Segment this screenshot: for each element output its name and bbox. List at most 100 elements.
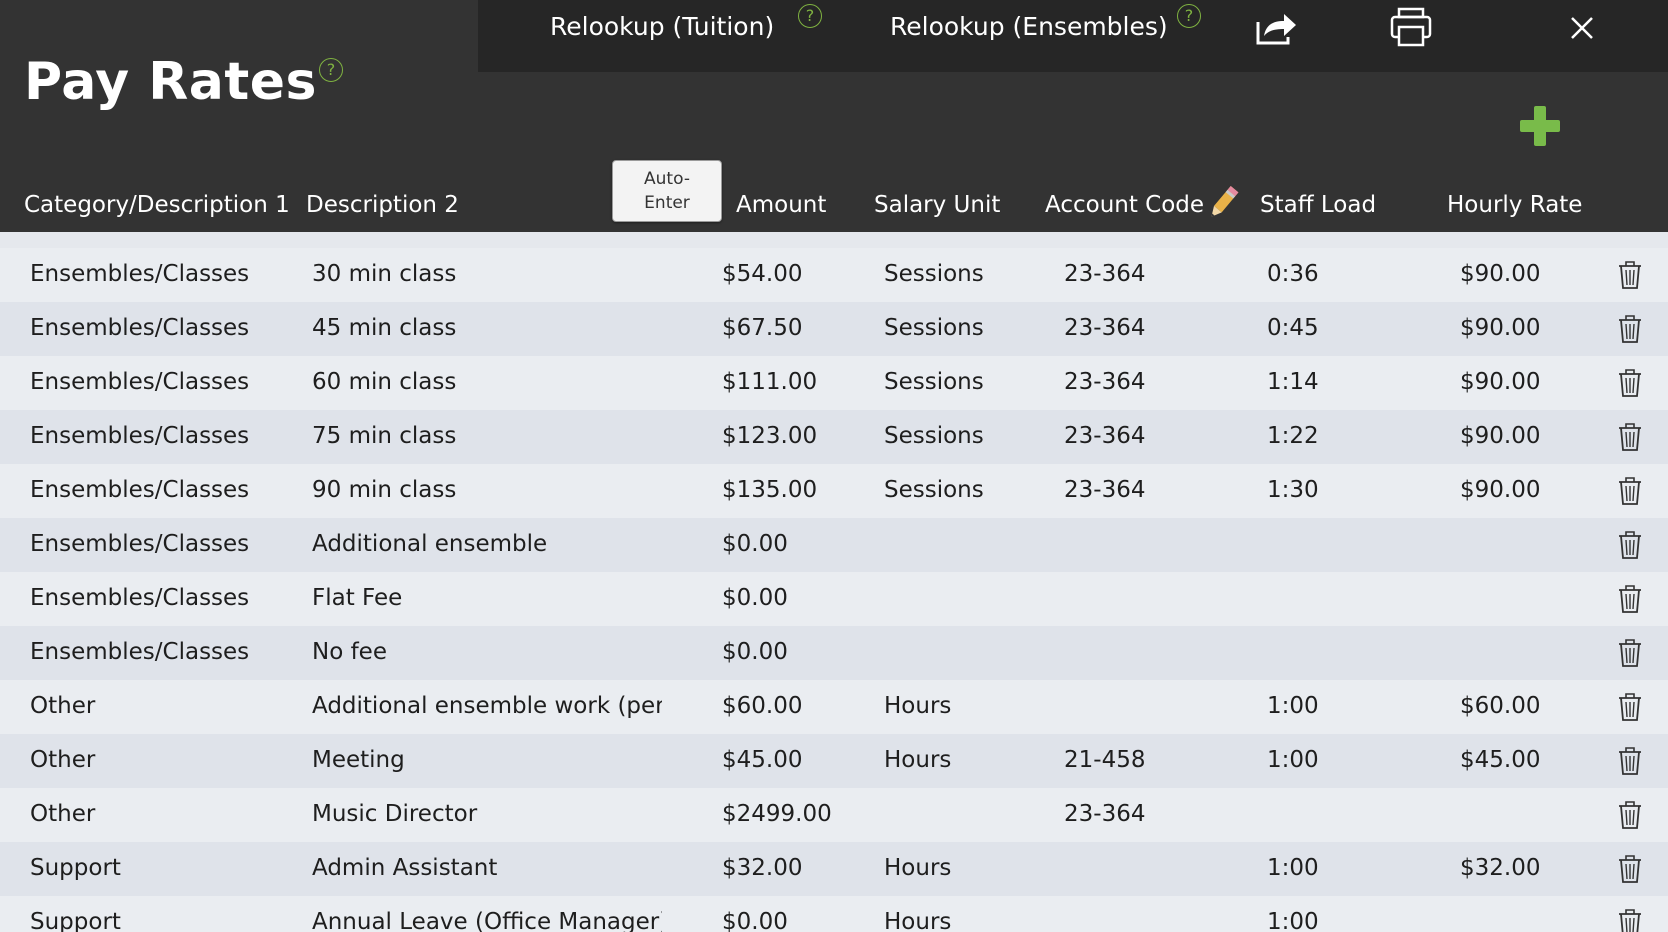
row-salary-unit[interactable]: Sessions	[884, 315, 1034, 341]
row-amount[interactable]: $123.00	[722, 423, 852, 449]
trash-icon[interactable]	[1618, 530, 1642, 560]
help-icon[interactable]: ?	[319, 58, 343, 82]
table-row[interactable]: Other Additional ensemble work (per $60.00…	[0, 680, 1668, 734]
row-salary-unit[interactable]: Sessions	[884, 261, 1034, 287]
trash-icon[interactable]	[1618, 260, 1642, 290]
row-salary-unit[interactable]: Hours	[884, 855, 1034, 881]
row-category[interactable]: Ensembles/Classes	[30, 639, 300, 665]
close-icon[interactable]	[1570, 16, 1594, 40]
row-salary-unit[interactable]: Sessions	[884, 477, 1034, 503]
column-header-staff-load[interactable]: Staff Load	[1260, 192, 1376, 218]
row-salary-unit[interactable]: Sessions	[884, 423, 1034, 449]
table-row[interactable]: Ensembles/Classes No fee $0.00	[0, 626, 1668, 680]
row-account-code[interactable]: 23-364	[1064, 423, 1214, 449]
trash-icon[interactable]	[1618, 476, 1642, 506]
row-hourly-rate[interactable]: $45.00	[1460, 747, 1580, 773]
table-row[interactable]: Other Music Director $2499.00 23-364	[0, 788, 1668, 842]
row-hourly-rate[interactable]: $90.00	[1460, 261, 1580, 287]
column-header-amount[interactable]: Amount	[736, 192, 826, 218]
table-row[interactable]: Ensembles/Classes Additional ensemble $0.0…	[0, 518, 1668, 572]
row-category[interactable]: Other	[30, 747, 300, 773]
row-category[interactable]: Support	[30, 855, 300, 881]
row-category[interactable]: Other	[30, 801, 300, 827]
row-category[interactable]: Ensembles/Classes	[30, 531, 300, 557]
row-staff-load[interactable]: 1:00	[1267, 855, 1367, 881]
row-description[interactable]: 45 min class	[312, 315, 662, 341]
row-salary-unit[interactable]: Sessions	[884, 369, 1034, 395]
row-category[interactable]: Ensembles/Classes	[30, 261, 300, 287]
row-category[interactable]: Ensembles/Classes	[30, 585, 300, 611]
pencil-icon[interactable]	[1205, 183, 1241, 223]
trash-icon[interactable]	[1618, 422, 1642, 452]
row-description[interactable]: Additional ensemble	[312, 531, 662, 557]
column-header-salary-unit[interactable]: Salary Unit	[874, 192, 1000, 218]
column-header-account-code[interactable]: Account Code	[1045, 192, 1204, 218]
row-category[interactable]: Ensembles/Classes	[30, 369, 300, 395]
row-category[interactable]: Ensembles/Classes	[30, 423, 300, 449]
row-account-code[interactable]: 23-364	[1064, 315, 1214, 341]
row-amount[interactable]: $111.00	[722, 369, 852, 395]
row-description[interactable]: 60 min class	[312, 369, 662, 395]
row-hourly-rate[interactable]: $90.00	[1460, 369, 1580, 395]
print-icon[interactable]	[1390, 7, 1432, 47]
row-amount[interactable]: $135.00	[722, 477, 852, 503]
row-amount[interactable]: $0.00	[722, 531, 852, 557]
row-staff-load[interactable]: 1:00	[1267, 909, 1367, 932]
help-icon[interactable]: ?	[1177, 4, 1201, 28]
row-staff-load[interactable]: 0:36	[1267, 261, 1367, 287]
trash-icon[interactable]	[1618, 692, 1642, 722]
row-amount[interactable]: $67.50	[722, 315, 852, 341]
export-icon[interactable]	[1254, 10, 1298, 46]
row-amount[interactable]: $0.00	[722, 585, 852, 611]
row-account-code[interactable]: 21-458	[1064, 747, 1214, 773]
row-salary-unit[interactable]: Hours	[884, 747, 1034, 773]
column-header-category[interactable]: Category/Description 1	[24, 192, 290, 218]
row-staff-load[interactable]: 1:14	[1267, 369, 1367, 395]
row-amount[interactable]: $0.00	[722, 639, 852, 665]
row-description[interactable]: 90 min class	[312, 477, 662, 503]
row-category[interactable]: Ensembles/Classes	[30, 315, 300, 341]
row-amount[interactable]: $0.00	[722, 909, 852, 932]
trash-icon[interactable]	[1618, 368, 1642, 398]
table-row[interactable]: Other Meeting $45.00 Hours 21-458 1:00 $45.00	[0, 734, 1668, 788]
row-category[interactable]: Ensembles/Classes	[30, 477, 300, 503]
row-description[interactable]: Annual Leave (Office Manager)	[312, 909, 662, 932]
row-staff-load[interactable]: 1:22	[1267, 423, 1367, 449]
trash-icon[interactable]	[1618, 584, 1642, 614]
trash-icon[interactable]	[1618, 800, 1642, 830]
row-account-code[interactable]: 23-364	[1064, 369, 1214, 395]
row-description[interactable]: Additional ensemble work (per	[312, 693, 662, 719]
auto-enter-button[interactable]: Auto- Enter	[612, 160, 722, 222]
column-header-description[interactable]: Description 2	[306, 192, 459, 218]
row-category[interactable]: Other	[30, 693, 300, 719]
row-amount[interactable]: $45.00	[722, 747, 852, 773]
row-hourly-rate[interactable]: $90.00	[1460, 477, 1580, 503]
row-description[interactable]: Meeting	[312, 747, 662, 773]
row-description[interactable]: 30 min class	[312, 261, 662, 287]
row-amount[interactable]: $54.00	[722, 261, 852, 287]
trash-icon[interactable]	[1618, 746, 1642, 776]
table-row[interactable]: Ensembles/Classes 45 min class $67.50 Sessi…	[0, 302, 1668, 356]
relookup-tuition-button[interactable]: Relookup (Tuition)	[550, 12, 774, 41]
row-description[interactable]: No fee	[312, 639, 662, 665]
row-amount[interactable]: $2499.00	[722, 801, 852, 827]
table-row[interactable]: Ensembles/Classes 30 min class $54.00 Sessi…	[0, 248, 1668, 302]
row-hourly-rate[interactable]: $90.00	[1460, 423, 1580, 449]
trash-icon[interactable]	[1618, 854, 1642, 884]
row-staff-load[interactable]: 1:30	[1267, 477, 1367, 503]
row-description[interactable]: Flat Fee	[312, 585, 662, 611]
table-row[interactable]: Ensembles/Classes 75 min class $123.00 Sess…	[0, 410, 1668, 464]
row-staff-load[interactable]: 0:45	[1267, 315, 1367, 341]
table-row[interactable]: Ensembles/Classes 90 min class $135.00 Sess…	[0, 464, 1668, 518]
row-category[interactable]: Support	[30, 909, 300, 932]
row-account-code[interactable]: 23-364	[1064, 801, 1214, 827]
table-row[interactable]: Support Annual Leave (Office Manager) $0.0…	[0, 896, 1668, 932]
table-row[interactable]: Support Admin Assistant $32.00 Hours 1:00 $32…	[0, 842, 1668, 896]
add-icon[interactable]	[1520, 106, 1560, 146]
row-hourly-rate[interactable]: $90.00	[1460, 315, 1580, 341]
table-row[interactable]: Ensembles/Classes 60 min class $111.00 Sess…	[0, 356, 1668, 410]
row-staff-load[interactable]: 1:00	[1267, 693, 1367, 719]
column-header-hourly-rate[interactable]: Hourly Rate	[1447, 192, 1582, 218]
table-row[interactable]: Ensembles/Classes Flat Fee $0.00	[0, 572, 1668, 626]
row-description[interactable]: Music Director	[312, 801, 662, 827]
